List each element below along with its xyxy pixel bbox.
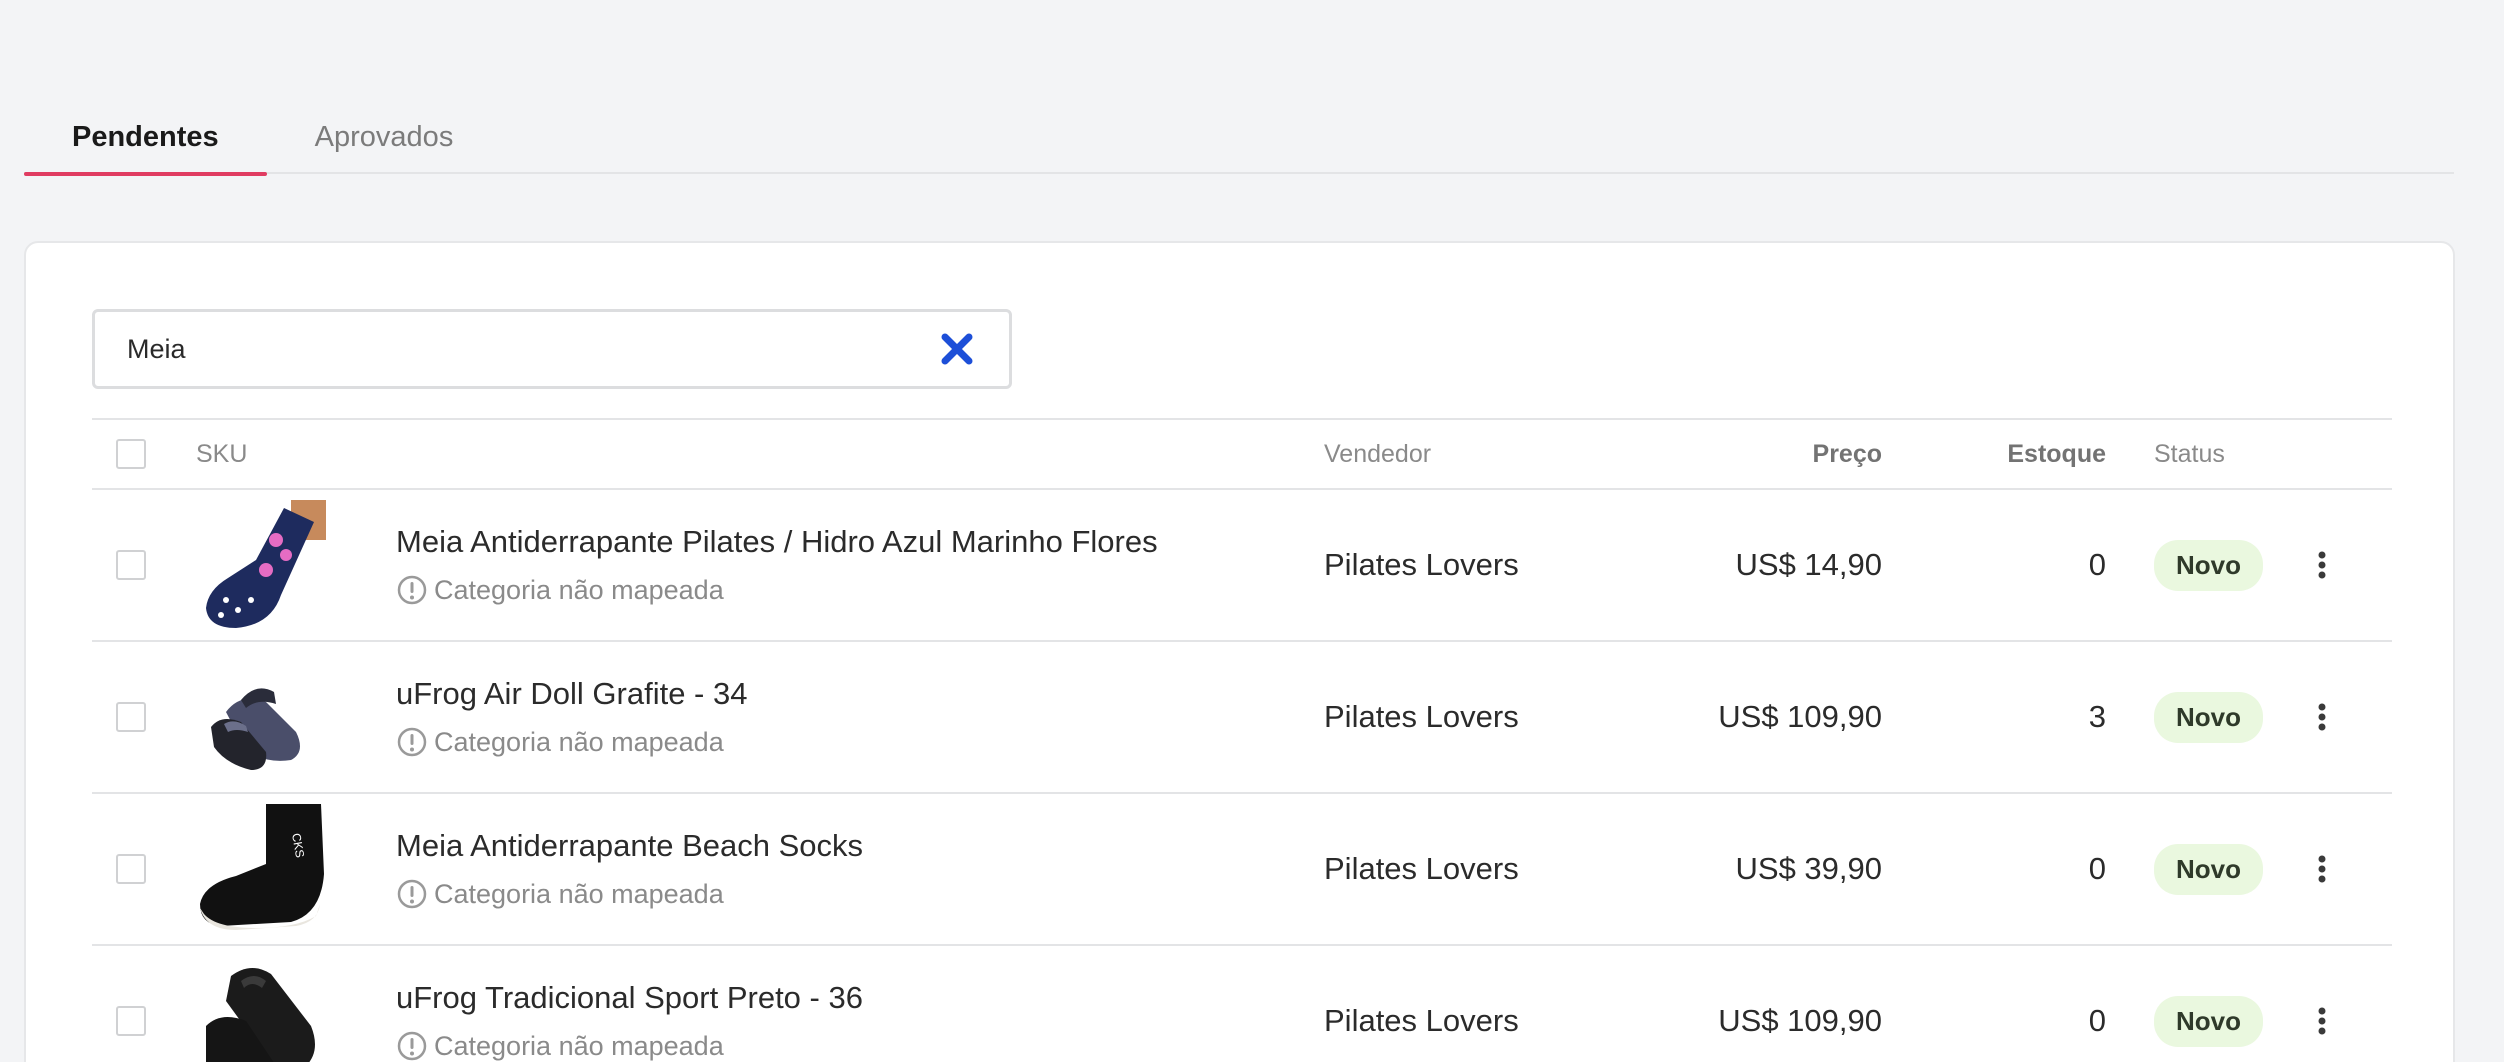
header-price[interactable]: Preço <box>1604 420 1882 488</box>
header-vendor: Vendedor <box>1324 439 1432 468</box>
category-warning-text: Categoria não mapeada <box>434 574 724 605</box>
category-warning: Categoria não mapeada <box>396 574 724 606</box>
product-name[interactable]: Meia Antiderrapante Pilates / Hidro Azul… <box>396 524 1158 560</box>
row-checkbox[interactable] <box>116 854 146 884</box>
status-badge: Novo <box>2154 691 2263 743</box>
table-header: SKU Vendedor Preço Estoque Status <box>92 418 2392 490</box>
category-warning-text: Categoria não mapeada <box>434 878 724 909</box>
row-menu-button[interactable] <box>2302 545 2342 585</box>
product-thumbnail <box>196 500 326 630</box>
vendor-name: Pilates Lovers <box>1324 851 1519 886</box>
tab-aprovados[interactable]: Aprovados <box>267 100 502 174</box>
row-checkbox[interactable] <box>116 550 146 580</box>
header-stock[interactable]: Estoque <box>1882 420 2106 488</box>
product-name[interactable]: uFrog Tradicional Sport Preto - 36 <box>396 980 863 1016</box>
stock: 0 <box>2088 1003 2106 1038</box>
category-warning: Categoria não mapeada <box>396 726 724 758</box>
product-name[interactable]: uFrog Air Doll Grafite - 34 <box>396 676 747 712</box>
price: US$ 39,90 <box>1735 851 1883 886</box>
category-warning-text: Categoria não mapeada <box>434 1030 724 1061</box>
tab-pendentes[interactable]: Pendentes <box>24 100 267 176</box>
header-status: Status <box>2154 439 2225 468</box>
price: US$ 109,90 <box>1718 699 1882 734</box>
vendor-name: Pilates Lovers <box>1324 699 1519 734</box>
more-vertical-icon <box>2318 855 2326 883</box>
header-sku: SKU <box>196 439 248 468</box>
close-icon <box>941 333 973 365</box>
table-row[interactable]: CKS Meia Antiderrapante Beach Socks Cate… <box>92 794 2392 946</box>
product-name[interactable]: Meia Antiderrapante Beach Socks <box>396 828 863 864</box>
status-badge: Novo <box>2154 843 2263 895</box>
product-thumbnail <box>196 652 326 782</box>
warning-icon <box>397 879 427 909</box>
select-all-checkbox[interactable] <box>116 439 146 469</box>
search-input[interactable] <box>127 333 937 365</box>
category-warning: Categoria não mapeada <box>396 1030 724 1062</box>
row-menu-button[interactable] <box>2302 849 2342 889</box>
warning-icon <box>397 575 427 605</box>
table-row[interactable]: uFrog Tradicional Sport Preto - 36 Categ… <box>92 946 2392 1062</box>
product-thumbnail: CKS <box>196 804 326 934</box>
products-card: SKU Vendedor Preço Estoque Status <box>24 241 2455 1062</box>
products-table: SKU Vendedor Preço Estoque Status Meia A… <box>92 418 2392 1062</box>
table-row[interactable]: Meia Antiderrapante Pilates / Hidro Azul… <box>92 490 2392 642</box>
row-checkbox[interactable] <box>116 1006 146 1036</box>
clear-search-button[interactable] <box>937 329 977 369</box>
warning-icon <box>397 1031 427 1061</box>
more-vertical-icon <box>2318 551 2326 579</box>
row-checkbox[interactable] <box>116 702 146 732</box>
price: US$ 14,90 <box>1735 547 1883 582</box>
more-vertical-icon <box>2318 1007 2326 1035</box>
status-badge: Novo <box>2154 995 2263 1047</box>
stock: 3 <box>2088 699 2106 734</box>
row-menu-button[interactable] <box>2302 1001 2342 1041</box>
vendor-name: Pilates Lovers <box>1324 1003 1519 1038</box>
product-thumbnail <box>196 956 326 1062</box>
price: US$ 109,90 <box>1718 1003 1882 1038</box>
tab-bar: Pendentes Aprovados <box>24 100 2454 176</box>
search-box <box>92 309 1012 389</box>
vendor-name: Pilates Lovers <box>1324 547 1519 582</box>
row-menu-button[interactable] <box>2302 697 2342 737</box>
category-warning: Categoria não mapeada <box>396 878 724 910</box>
more-vertical-icon <box>2318 703 2326 731</box>
page: Pendentes Aprovados SKU Vendedor Preço E… <box>0 0 2504 1062</box>
status-badge: Novo <box>2154 539 2263 591</box>
table-row[interactable]: uFrog Air Doll Grafite - 34 Categoria nã… <box>92 642 2392 794</box>
warning-icon <box>397 727 427 757</box>
stock: 0 <box>2088 851 2106 886</box>
category-warning-text: Categoria não mapeada <box>434 726 724 757</box>
stock: 0 <box>2088 547 2106 582</box>
